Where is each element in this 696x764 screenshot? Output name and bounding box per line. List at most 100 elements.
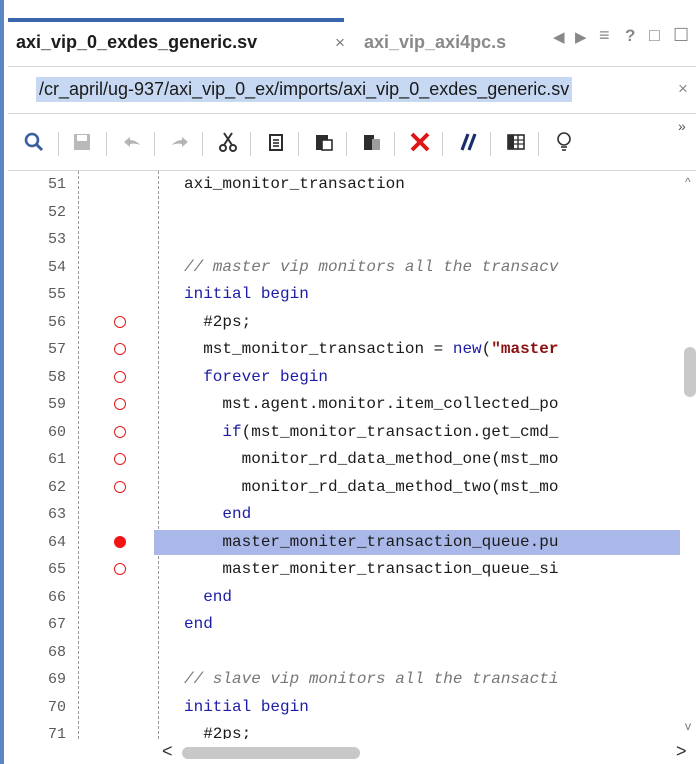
code-line[interactable]: 64 master_moniter_transaction_queue.pu	[8, 529, 680, 557]
breakpoint-available-icon[interactable]	[114, 370, 126, 383]
code-text: initial begin	[184, 285, 309, 303]
code-token: end	[184, 615, 213, 633]
breakpoint-available-icon[interactable]	[114, 425, 126, 438]
delete-icon[interactable]	[408, 130, 432, 154]
editor-toolbar: »	[8, 114, 696, 171]
scroll-up-icon[interactable]: ^	[685, 175, 691, 189]
code-token: initial begin	[184, 285, 309, 303]
save-icon[interactable]	[70, 130, 94, 154]
line-number: 56	[47, 313, 66, 331]
code-token: forever begin	[184, 367, 329, 386]
horizontal-scrollbar[interactable]: < >	[154, 741, 696, 764]
code-token: // master vip monitors all the transacv	[184, 257, 559, 276]
code-line[interactable]: 57 mst_monitor_transaction = new("master	[8, 336, 680, 364]
code-text: #2ps;	[184, 313, 251, 331]
line-number: 58	[47, 368, 66, 386]
code-line[interactable]: 55 initial begin	[8, 281, 680, 309]
code-line[interactable]: 59 mst.agent.monitor.item_collected_po	[8, 391, 680, 419]
search-icon[interactable]	[22, 130, 46, 154]
code-line[interactable]: 63 end	[8, 501, 680, 529]
tab-prev-icon[interactable]: ◀	[553, 28, 565, 46]
code-line[interactable]: 54 // master vip monitors all the transac…	[8, 254, 680, 282]
breakpoint-available-icon[interactable]	[114, 453, 126, 465]
tab-axi-vip-exdes-generic[interactable]: axi_vip_0_exdes_generic.sv ×	[8, 18, 345, 66]
path-close-icon[interactable]: ×	[678, 79, 688, 99]
breakpoint-available-icon[interactable]	[114, 398, 126, 410]
tab-close-icon[interactable]: ×	[335, 33, 345, 53]
code-line[interactable]: 66 end	[8, 584, 680, 612]
code-line[interactable]: 60 if(mst_monitor_transaction.get_cmd_	[8, 419, 680, 447]
code-line[interactable]: 70 initial begin	[8, 694, 680, 722]
horizontal-scroll-thumb[interactable]	[182, 747, 360, 759]
paste-icon[interactable]	[312, 130, 336, 154]
breakpoint-available-icon[interactable]	[114, 315, 126, 328]
bulb-icon[interactable]	[552, 130, 576, 154]
tab-menu-icon[interactable]: ≡	[599, 25, 610, 46]
line-number: 62	[47, 478, 66, 496]
paste-special-icon[interactable]	[360, 130, 384, 154]
code-line[interactable]: 71 #2ps;	[8, 721, 680, 739]
scroll-down-icon[interactable]: v	[685, 719, 691, 733]
code-line[interactable]: 52	[8, 199, 680, 227]
code-token: end	[184, 587, 233, 606]
code-token: end	[184, 505, 252, 523]
code-token: #2ps;	[184, 312, 252, 331]
scroll-left-icon[interactable]: <	[162, 741, 173, 762]
code-text: // slave vip monitors all the transacti	[184, 670, 558, 688]
code-text: mst.agent.monitor.item_collected_po	[184, 395, 558, 413]
code-line[interactable]: 65 master_moniter_transaction_queue_si	[8, 556, 680, 584]
line-number: 60	[47, 423, 66, 441]
line-number: 59	[47, 396, 66, 413]
line-number: 61	[47, 451, 66, 468]
restore-icon[interactable]: □	[649, 25, 660, 46]
vertical-scroll-thumb[interactable]	[684, 347, 696, 397]
line-number: 69	[47, 671, 66, 688]
breakpoint-active-icon[interactable]	[114, 535, 126, 548]
code-text: end	[184, 505, 251, 523]
code-line[interactable]: 58 forever begin	[8, 364, 680, 392]
column-select-icon[interactable]	[504, 130, 528, 154]
line-number: 55	[47, 286, 66, 303]
code-line[interactable]: 61 monitor_rd_data_method_one(mst_mo	[8, 446, 680, 474]
code-token: monitor_rd_data_method_two(mst_mo	[184, 477, 559, 496]
code-line[interactable]: 51 axi_monitor_transaction	[8, 171, 680, 199]
float-icon[interactable]: ☐	[673, 25, 689, 46]
redo-icon[interactable]	[168, 130, 192, 154]
line-number: 53	[47, 231, 66, 248]
code-text: monitor_rd_data_method_one(mst_mo	[184, 450, 559, 468]
code-editor[interactable]: 51 axi_monitor_transaction 52 53 54 // master…	[8, 171, 680, 739]
copy-icon[interactable]	[264, 130, 288, 154]
code-text: monitor_rd_data_method_two(mst_mo	[184, 477, 559, 496]
code-token: if	[222, 422, 242, 441]
code-token: master_moniter_transaction_queue_si	[184, 560, 559, 578]
code-text: master_moniter_transaction_queue.pu	[184, 533, 558, 551]
vertical-scrollbar[interactable]: ^ v	[680, 171, 696, 739]
file-path[interactable]: /cr_april/ug-937/axi_vip_0_ex/imports/ax…	[36, 77, 573, 102]
undo-icon[interactable]	[120, 130, 144, 154]
cut-icon[interactable]	[216, 130, 240, 154]
breakpoint-available-icon[interactable]	[114, 563, 126, 575]
comment-icon[interactable]	[456, 130, 480, 154]
code-text: initial begin	[184, 698, 309, 716]
breakpoint-available-icon[interactable]	[114, 343, 126, 355]
line-number: 51	[47, 176, 66, 193]
help-icon[interactable]: ?	[625, 26, 635, 46]
code-line[interactable]: 53	[8, 226, 680, 254]
code-line[interactable]: 62 monitor_rd_data_method_two(mst_mo	[8, 474, 680, 502]
scroll-right-icon[interactable]: >	[676, 741, 687, 762]
breakpoint-available-icon[interactable]	[114, 480, 126, 493]
line-number: 67	[47, 616, 66, 633]
code-line[interactable]: 67 end	[8, 611, 680, 639]
tab-axi-vip-axi4pc[interactable]: axi_vip_axi4pc.s	[364, 18, 554, 62]
tab-next-icon[interactable]: ▶	[575, 28, 587, 46]
tab-strip: axi_vip_0_exdes_generic.sv × axi_vip_axi…	[8, 0, 696, 67]
code-line[interactable]: 56 #2ps;	[8, 309, 680, 337]
code-text: axi_monitor_transaction	[184, 175, 405, 193]
code-token: mst_monitor_transaction =	[184, 340, 453, 358]
toolbar-overflow-icon[interactable]: »	[678, 118, 686, 134]
line-number: 63	[47, 506, 66, 523]
code-text: // master vip monitors all the transacv	[184, 258, 558, 276]
code-line[interactable]: 69 // slave vip monitors all the transact…	[8, 666, 680, 694]
code-line[interactable]: 68	[8, 639, 680, 667]
